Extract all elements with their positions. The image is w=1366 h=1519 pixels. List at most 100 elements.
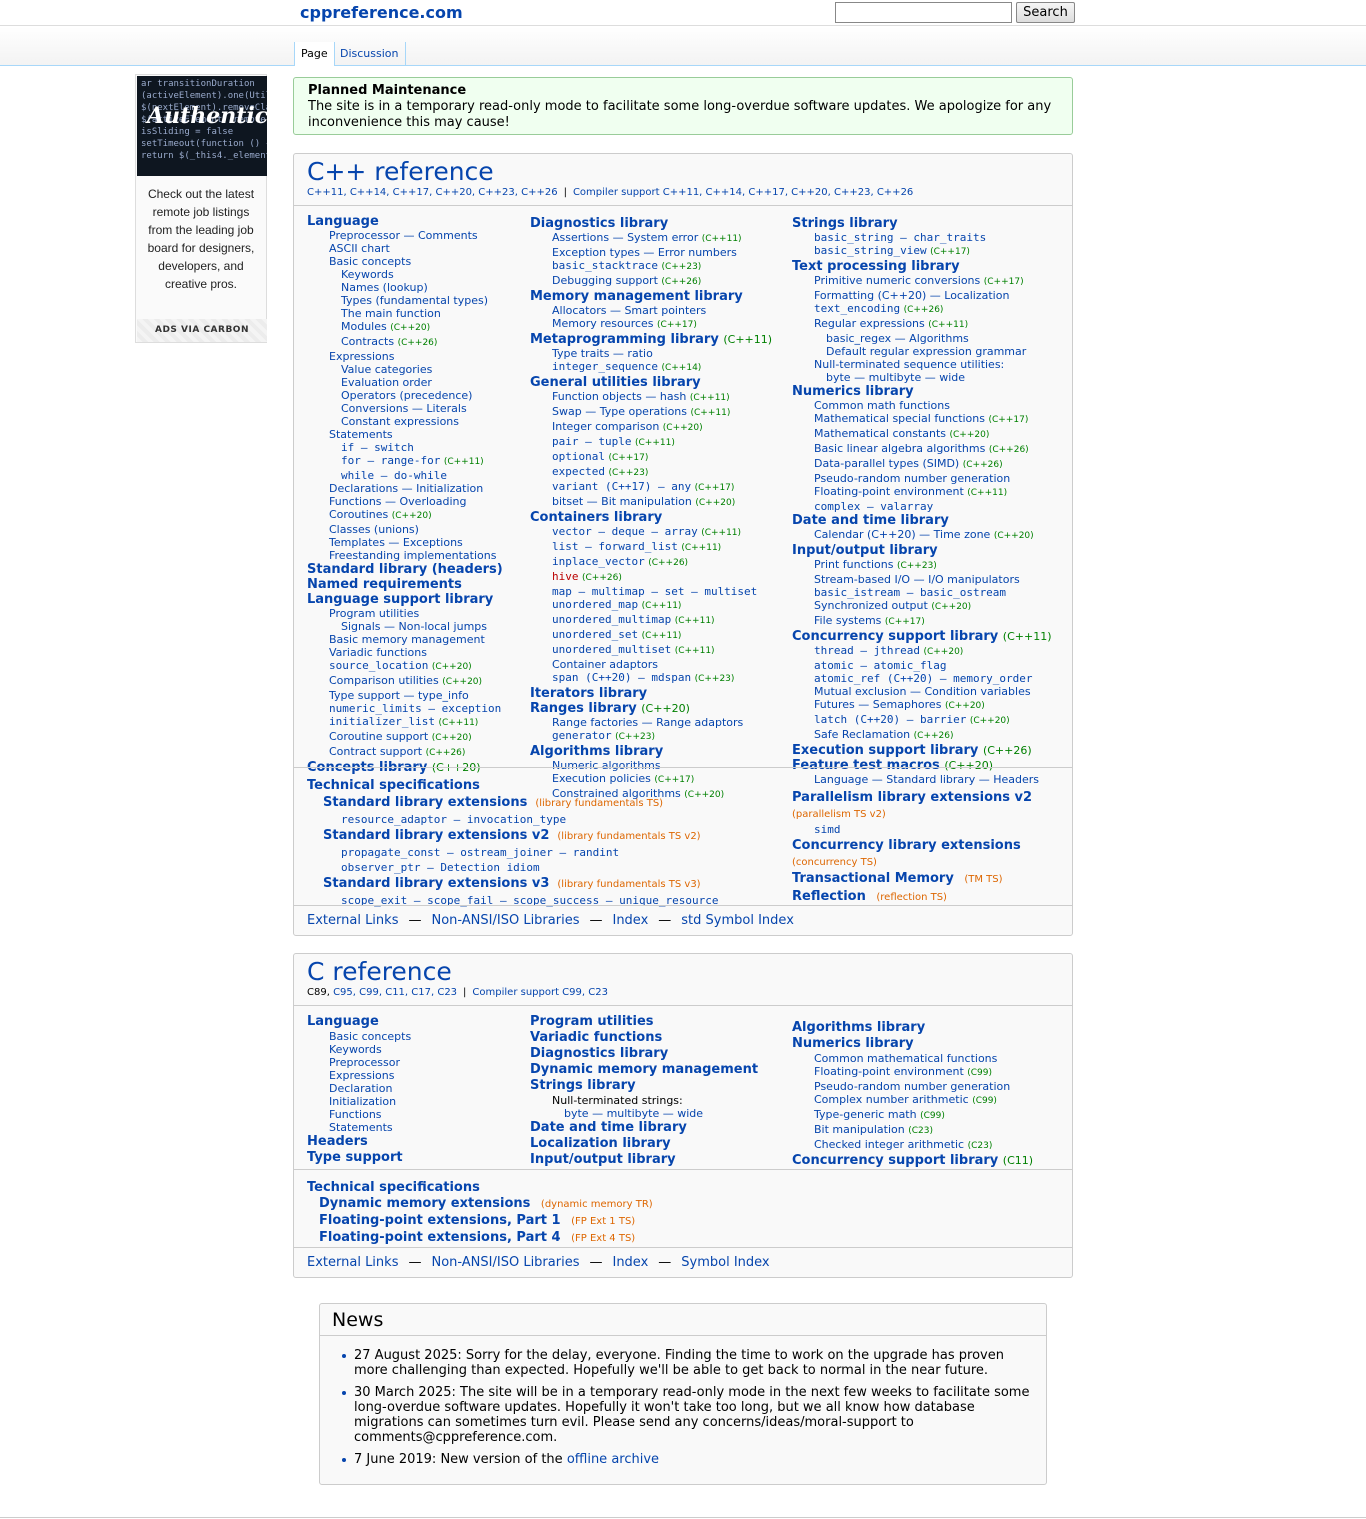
item-link[interactable]: Keywords <box>341 268 394 281</box>
heading-link[interactable]: Diagnostics library <box>530 1046 668 1061</box>
item-link[interactable]: Debugging support <box>552 274 658 287</box>
item-link[interactable]: Expressions <box>329 1069 394 1082</box>
item-link[interactable]: Statements <box>329 1121 393 1134</box>
cpp-title[interactable]: C++ reference <box>307 157 494 187</box>
item-link[interactable]: Operators (precedence) <box>341 389 472 402</box>
item-link[interactable]: Type-generic math <box>814 1108 917 1121</box>
item-link[interactable]: The main function <box>341 307 441 320</box>
heading-link[interactable]: Reflection <box>792 889 866 904</box>
item-link[interactable]: Data-parallel types (SIMD) <box>814 457 959 470</box>
heading-link[interactable]: Algorithms library <box>530 744 663 759</box>
c-title[interactable]: C reference <box>307 957 452 987</box>
footer-link[interactable]: Index <box>612 1255 648 1270</box>
item-link[interactable]: Type support — type_info <box>329 689 469 702</box>
item-link[interactable]: for — range-for <box>341 454 440 467</box>
item-link[interactable]: Expressions <box>329 350 394 363</box>
item-link[interactable]: simd <box>814 823 841 836</box>
item-link[interactable]: propagate_const — ostream_joiner — randi… <box>341 846 619 859</box>
item-link[interactable]: basic_regex — Algorithms <box>826 332 969 345</box>
tab-discussion[interactable]: Discussion <box>334 42 406 66</box>
cpp-versions[interactable]: C++11, C++14, C++17, C++20, C++23, C++26 <box>307 187 558 198</box>
item-link[interactable]: numeric_limits — exception <box>329 702 501 715</box>
item-link[interactable]: Contracts <box>341 335 394 348</box>
item-link[interactable]: Checked integer arithmetic <box>814 1138 964 1151</box>
item-link[interactable]: inplace_vector <box>552 555 645 568</box>
heading-link[interactable]: Named requirements <box>307 577 462 592</box>
item-link[interactable]: Initialization <box>329 1095 396 1108</box>
item-link[interactable]: Memory resources <box>552 317 654 330</box>
heading-link[interactable]: Feature test macros <box>792 758 940 773</box>
item-link[interactable]: Names (lookup) <box>341 281 428 294</box>
item-link[interactable]: map — multimap — set — multiset <box>552 585 757 598</box>
heading-link[interactable]: Program utilities <box>530 1014 654 1029</box>
item-link[interactable]: File systems <box>814 614 881 627</box>
item-link[interactable]: Complex number arithmetic <box>814 1093 969 1106</box>
item-link[interactable]: Numeric algorithms <box>552 759 661 772</box>
item-link[interactable]: basic_string — char_traits <box>814 231 986 244</box>
heading-link[interactable]: Metaprogramming library <box>530 332 719 347</box>
heading-link[interactable]: Numerics library <box>792 384 914 399</box>
item-link[interactable]: basic_istream — basic_ostream <box>814 586 1006 599</box>
item-link[interactable]: Basic concepts <box>329 255 411 268</box>
item-link[interactable]: basic_string_view <box>814 244 927 257</box>
ad-text[interactable]: Check out the latest remote job listings… <box>144 185 258 293</box>
heading-link[interactable]: Ranges library <box>530 701 637 716</box>
item-link[interactable]: Default regular expression grammar <box>826 345 1026 358</box>
item-link[interactable]: Null-terminated sequence utilities: <box>814 358 1004 371</box>
item-link[interactable]: byte — multibyte — wide <box>564 1107 703 1120</box>
item-link[interactable]: Modules <box>341 320 387 333</box>
heading-link[interactable]: General utilities library <box>530 375 701 390</box>
heading-link[interactable]: Concurrency library extensions <box>792 838 1021 853</box>
item-link[interactable]: if — switch <box>341 441 414 454</box>
heading-link[interactable]: Technical specifications <box>307 778 480 793</box>
item-link[interactable]: Program utilities <box>329 607 419 620</box>
item-link[interactable]: hive <box>552 570 579 583</box>
item-link[interactable]: initializer_list <box>329 715 435 728</box>
heading-link[interactable]: Input/output library <box>530 1152 676 1167</box>
heading-link[interactable]: Numerics library <box>792 1036 914 1051</box>
item-link[interactable]: Constant expressions <box>341 415 459 428</box>
heading-link[interactable]: Dynamic memory extensions <box>319 1196 530 1211</box>
item-link[interactable]: complex — valarray <box>814 500 933 513</box>
item-link[interactable]: Classes (unions) <box>329 523 419 536</box>
item-link[interactable]: Exception types — Error numbers <box>552 246 737 259</box>
item-link[interactable]: unordered_multiset <box>552 643 671 656</box>
item-link[interactable]: unordered_multimap <box>552 613 671 626</box>
item-link[interactable]: resource_adaptor — invocation_type <box>341 813 566 826</box>
heading-link[interactable]: Containers library <box>530 510 662 525</box>
item-link[interactable]: Common mathematical functions <box>814 1052 997 1065</box>
item-link[interactable]: Mathematical constants <box>814 427 946 440</box>
footer-link[interactable]: External Links <box>307 913 398 928</box>
tab-page[interactable]: Page <box>294 42 335 66</box>
item-link[interactable]: Keywords <box>329 1043 382 1056</box>
item-link[interactable]: Basic linear algebra algorithms <box>814 442 985 455</box>
item-link[interactable]: Variadic functions <box>329 646 427 659</box>
heading-link[interactable]: Date and time library <box>530 1120 687 1135</box>
item-link[interactable]: Stream-based I/O — I/O manipulators <box>814 573 1020 586</box>
item-link[interactable]: unordered_map <box>552 598 638 611</box>
footer-link[interactable]: Non-ANSI/ISO Libraries <box>431 1255 579 1270</box>
item-link[interactable]: text_encoding <box>814 302 900 315</box>
footer-link[interactable]: External Links <box>307 1255 398 1270</box>
item-link[interactable]: Pseudo-random number generation <box>814 472 1010 485</box>
item-link[interactable]: Freestanding implementations <box>329 549 496 562</box>
item-link[interactable]: Formatting (C++20) — Localization <box>814 289 1009 302</box>
heading-link[interactable]: Strings library <box>530 1078 636 1093</box>
item-link[interactable]: Range factories — Range adaptors <box>552 716 743 729</box>
item-link[interactable]: Language — Standard library — Headers <box>814 773 1039 786</box>
item-link[interactable]: Floating-point environment <box>814 485 964 498</box>
item-link[interactable]: Bit manipulation <box>814 1123 905 1136</box>
heading-link[interactable]: Floating-point extensions, Part 1 <box>319 1213 561 1228</box>
item-link[interactable]: atomic_ref (C++20) — memory_order <box>814 672 1033 685</box>
item-link[interactable]: Evaluation order <box>341 376 432 389</box>
heading-link[interactable]: Type support <box>307 1150 403 1165</box>
item-link[interactable]: Pseudo-random number generation <box>814 1080 1010 1093</box>
item-link[interactable]: Container adaptors <box>552 658 658 671</box>
heading-link[interactable]: Language <box>307 1014 379 1029</box>
item-link[interactable]: expected <box>552 465 605 478</box>
item-link[interactable]: list — forward_list <box>552 540 678 553</box>
cpp-compiler-support[interactable]: Compiler support C++11, C++14, C++17, C+… <box>573 187 913 198</box>
heading-link[interactable]: Headers <box>307 1134 368 1149</box>
heading-link[interactable]: Concurrency support library <box>792 1153 998 1168</box>
news-link[interactable]: offline archive <box>567 1452 659 1467</box>
